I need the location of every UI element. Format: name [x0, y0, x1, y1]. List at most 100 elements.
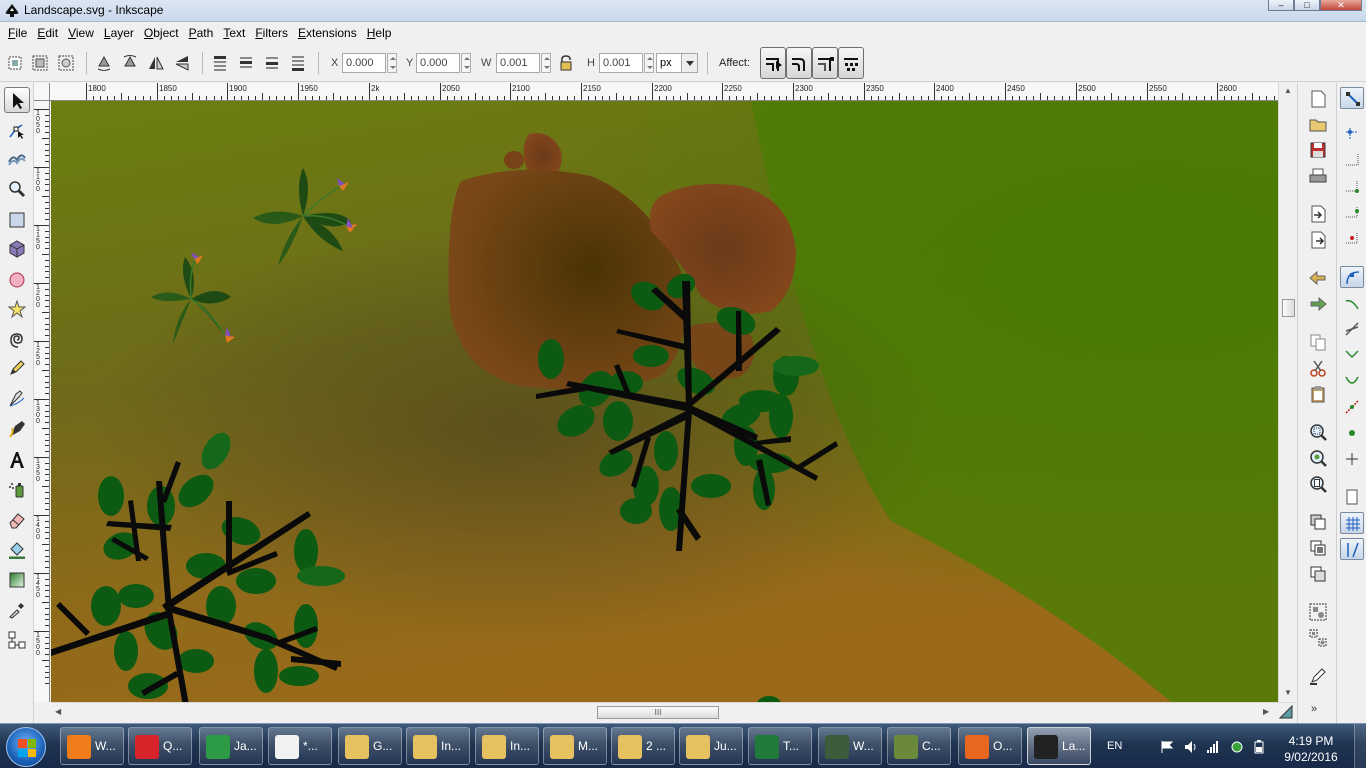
import-icon[interactable] [1309, 205, 1327, 223]
taskbar-item[interactable]: In... [475, 727, 539, 765]
snap-paths[interactable] [1340, 292, 1364, 314]
duplicate-icon[interactable] [1309, 513, 1327, 531]
undo-icon[interactable] [1309, 269, 1327, 287]
cut-icon[interactable] [1309, 359, 1327, 377]
horizontal-scrollbar[interactable]: ◀ III ▶ [51, 702, 1296, 722]
selector-tool[interactable] [4, 87, 30, 113]
pencil-tool[interactable] [4, 355, 30, 381]
copy-icon[interactable] [1309, 333, 1327, 351]
zoom-tool[interactable] [4, 176, 30, 202]
snap-nodes[interactable] [1340, 266, 1364, 288]
zoom-page-icon[interactable] [1309, 475, 1327, 493]
volume-icon[interactable] [1184, 740, 1198, 754]
snap-intersections[interactable] [1340, 318, 1364, 340]
sticky-zoom-icon[interactable] [1279, 705, 1293, 719]
menu-path[interactable]: Path [184, 23, 219, 43]
network-signal-icon[interactable] [1206, 740, 1220, 754]
taskbar-item[interactable]: Ju... [679, 727, 743, 765]
affect-patterns-button[interactable] [838, 47, 864, 79]
affect-gradients-button[interactable] [812, 47, 838, 79]
connector-tool[interactable] [4, 627, 30, 653]
select-all-icon[interactable] [6, 54, 24, 72]
lock-icon[interactable] [557, 54, 575, 72]
menu-help[interactable]: Help [362, 23, 397, 43]
snap-page-border[interactable] [1340, 486, 1364, 508]
maximize-button[interactable]: □ [1294, 0, 1320, 11]
scroll-left-arrow-icon[interactable]: ◀ [55, 707, 61, 716]
fill-stroke-icon[interactable] [1309, 667, 1327, 685]
show-desktop-button[interactable] [1354, 724, 1366, 768]
deselect-icon[interactable] [57, 54, 75, 72]
calligraphy-tool[interactable] [4, 416, 30, 442]
taskbar-item[interactable]: G... [338, 727, 402, 765]
print-icon[interactable] [1309, 167, 1327, 185]
zoom-drawing-icon[interactable] [1309, 449, 1327, 467]
flip-horizontal-icon[interactable] [147, 54, 165, 72]
dropper-tool[interactable] [4, 597, 30, 623]
zoom-selection-icon[interactable] [1309, 423, 1327, 441]
save-icon[interactable] [1309, 141, 1327, 159]
affect-rounded-corners-button[interactable] [786, 47, 812, 79]
menu-text[interactable]: Text [218, 23, 250, 43]
taskbar-item[interactable]: M... [543, 727, 607, 765]
taskbar-item[interactable]: *... [268, 727, 332, 765]
pen-tool[interactable] [4, 386, 30, 412]
flip-vertical-icon[interactable] [173, 54, 191, 72]
vertical-scrollbar[interactable]: ▲ ▼ [1278, 83, 1296, 702]
x-field[interactable]: 0.000 [342, 53, 386, 73]
rotate-cw-icon[interactable] [121, 54, 139, 72]
taskbar-item[interactable]: Ja... [199, 727, 263, 765]
snap-bbox-centers[interactable] [1340, 227, 1364, 249]
menu-filters[interactable]: Filters [250, 23, 293, 43]
close-button[interactable]: ✕ [1320, 0, 1362, 11]
taskbar-item[interactable]: 2 ... [611, 727, 675, 765]
ellipse-tool[interactable] [4, 267, 30, 293]
minimize-button[interactable]: – [1268, 0, 1294, 11]
vertical-ruler[interactable]: 1050 1100 1150 1200 1250 1300 1350 1400 1450 1500 [34, 101, 50, 702]
spray-tool[interactable] [4, 476, 30, 502]
menu-file[interactable]: File [3, 23, 32, 43]
y-field[interactable]: 0.000 [416, 53, 460, 73]
node-tool[interactable] [4, 117, 30, 143]
h-field[interactable]: 0.001 [599, 53, 643, 73]
more-commands-icon[interactable]: » [1311, 703, 1317, 715]
snap-bbox-midpoints[interactable] [1340, 201, 1364, 223]
taskbar-item[interactable]: O... [958, 727, 1022, 765]
redo-icon[interactable] [1309, 295, 1327, 313]
action-center-flag-icon[interactable] [1160, 740, 1174, 754]
snap-bbox-edges[interactable] [1340, 149, 1364, 171]
unit-select[interactable]: px [656, 53, 698, 73]
language-indicator[interactable]: EN [1107, 740, 1122, 752]
gradient-tool[interactable] [4, 567, 30, 593]
tweak-tool[interactable] [4, 144, 30, 170]
text-tool[interactable] [4, 447, 30, 473]
menu-extensions[interactable]: Extensions [293, 23, 362, 43]
snap-bbox[interactable] [1340, 123, 1364, 145]
rotate-ccw-icon[interactable] [95, 54, 113, 72]
select-all-layers-icon[interactable] [31, 54, 49, 72]
horizontal-scroll-thumb[interactable]: III [597, 706, 719, 719]
snap-object-centers[interactable] [1340, 422, 1364, 444]
snap-rotation-centers[interactable] [1340, 448, 1364, 470]
w-field[interactable]: 0.001 [496, 53, 540, 73]
snap-guides[interactable] [1340, 538, 1364, 560]
x-spinner[interactable] [387, 53, 397, 73]
menu-object[interactable]: Object [139, 23, 184, 43]
taskbar-item[interactable]: La... [1027, 727, 1091, 765]
group-icon[interactable] [1309, 603, 1327, 621]
star-tool[interactable] [4, 296, 30, 322]
snap-toggle[interactable] [1340, 87, 1364, 109]
rectangle-tool[interactable] [4, 207, 30, 233]
taskbar-item[interactable]: Q... [128, 727, 192, 765]
paint-bucket-tool[interactable] [4, 537, 30, 563]
lower-to-bottom-icon[interactable] [289, 54, 307, 72]
taskbar-item[interactable]: W... [818, 727, 882, 765]
clock[interactable]: 4:19 PM 9/02/2016 [1276, 733, 1346, 765]
ungroup-icon[interactable] [1309, 629, 1327, 647]
scroll-up-arrow-icon[interactable]: ▲ [1284, 86, 1292, 95]
taskbar-item[interactable]: W... [60, 727, 124, 765]
menu-layer[interactable]: Layer [99, 23, 139, 43]
clone-icon[interactable] [1309, 539, 1327, 557]
snap-smooth-nodes[interactable] [1340, 370, 1364, 392]
tray-app-icon[interactable] [1230, 740, 1244, 754]
